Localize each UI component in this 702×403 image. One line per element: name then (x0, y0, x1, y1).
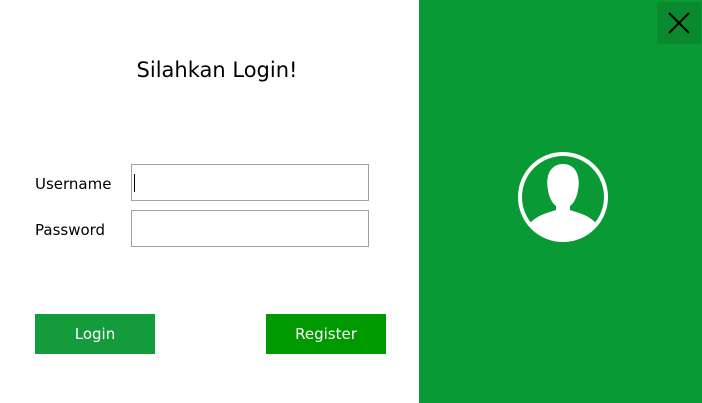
username-field[interactable] (131, 164, 369, 201)
login-button[interactable]: Login (35, 314, 155, 354)
password-field[interactable] (131, 210, 369, 247)
user-avatar-icon (518, 152, 608, 242)
close-icon (668, 12, 690, 34)
login-form-panel: Silahkan Login! Username Password Login … (0, 0, 419, 403)
text-cursor (134, 174, 135, 192)
close-button[interactable] (657, 2, 701, 44)
password-label: Password (35, 221, 106, 239)
side-panel (419, 0, 702, 403)
page-title: Silahkan Login! (136, 58, 298, 82)
username-label: Username (35, 175, 112, 193)
register-button[interactable]: Register (266, 314, 386, 354)
